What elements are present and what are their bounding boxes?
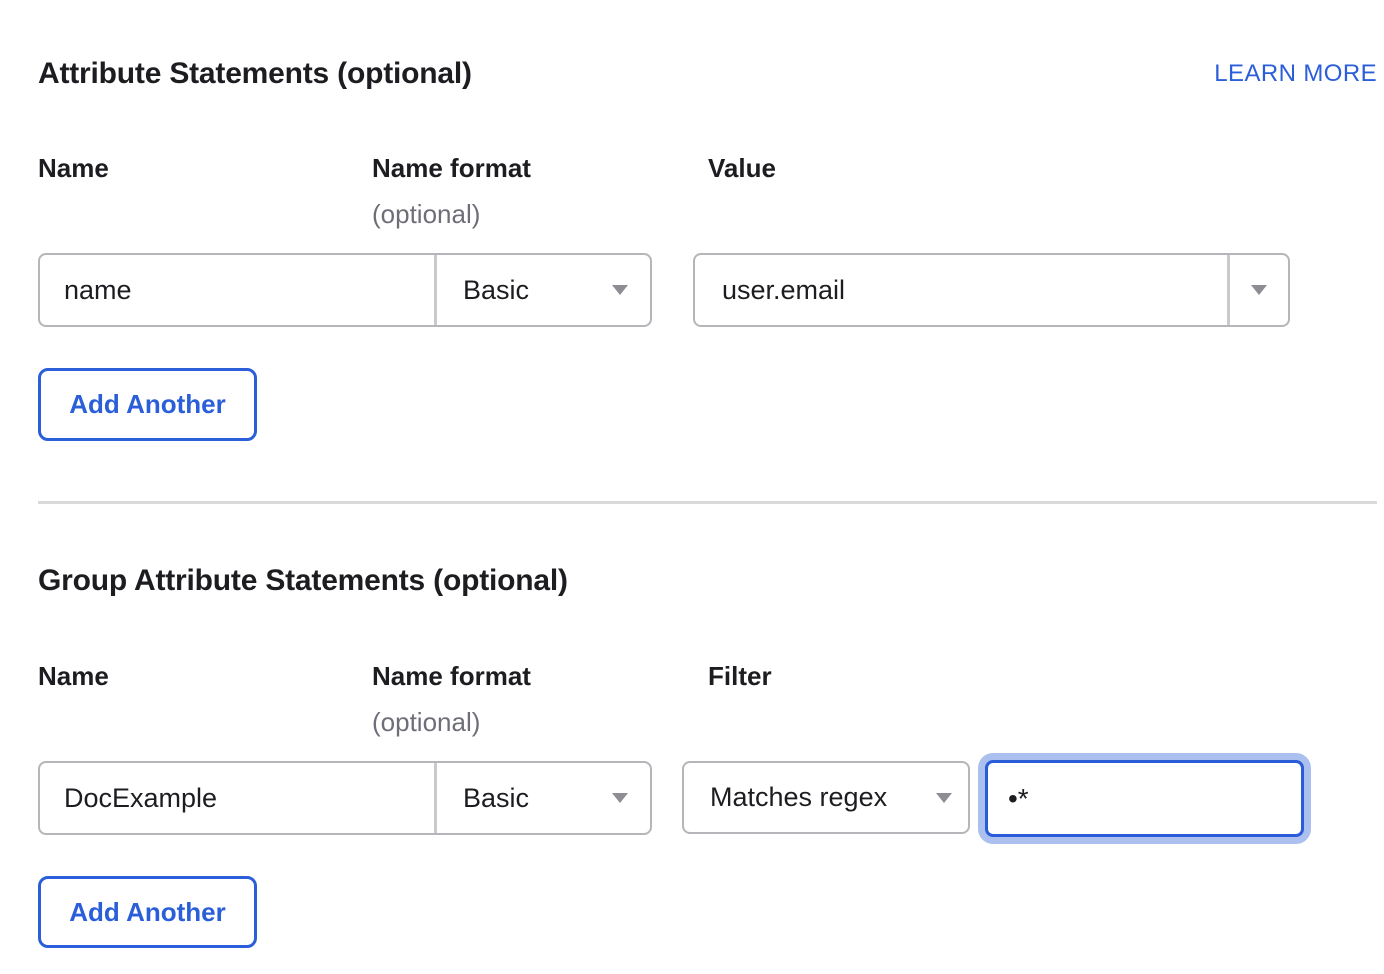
group-column-header-name: Name xyxy=(38,661,109,692)
group-name-format-select[interactable]: Basic xyxy=(437,763,650,833)
attribute-name-format-selected-value: Basic xyxy=(463,275,529,306)
caret-down-icon xyxy=(612,285,628,295)
group-name-format-optional-note: (optional) xyxy=(372,707,480,738)
name-format-optional-note: (optional) xyxy=(372,199,480,230)
group-column-header-filter: Filter xyxy=(708,661,772,692)
add-another-attribute-button[interactable]: Add Another xyxy=(38,368,257,441)
attribute-value-combobox xyxy=(693,253,1290,327)
column-header-name: Name xyxy=(38,153,109,184)
attribute-name-input[interactable] xyxy=(40,255,434,325)
group-attribute-statements-title: Group Attribute Statements (optional) xyxy=(38,564,568,598)
group-column-header-name-format: Name format xyxy=(372,661,531,692)
group-filter-value-input[interactable] xyxy=(985,760,1304,837)
attribute-name-and-format-group: Basic xyxy=(38,253,652,327)
learn-more-link[interactable]: LEARN MORE xyxy=(1214,60,1377,88)
attribute-value-caret-button[interactable] xyxy=(1230,255,1288,325)
column-header-name-format: Name format xyxy=(372,153,531,184)
attribute-name-format-select[interactable]: Basic xyxy=(437,255,650,325)
attribute-statements-title: Attribute Statements (optional) xyxy=(38,57,472,91)
column-header-value: Value xyxy=(708,153,776,184)
section-divider xyxy=(38,501,1377,504)
caret-down-icon xyxy=(936,793,952,803)
group-filter-type-select[interactable]: Matches regex xyxy=(682,761,970,834)
group-name-format-selected-value: Basic xyxy=(463,783,529,814)
group-filter-type-selected-value: Matches regex xyxy=(710,782,887,813)
group-name-input[interactable] xyxy=(40,763,434,833)
caret-down-icon xyxy=(1251,285,1267,295)
group-name-and-format-group: Basic xyxy=(38,761,652,835)
attribute-value-input[interactable] xyxy=(695,255,1227,325)
caret-down-icon xyxy=(612,793,628,803)
add-another-group-attribute-button[interactable]: Add Another xyxy=(38,876,257,948)
